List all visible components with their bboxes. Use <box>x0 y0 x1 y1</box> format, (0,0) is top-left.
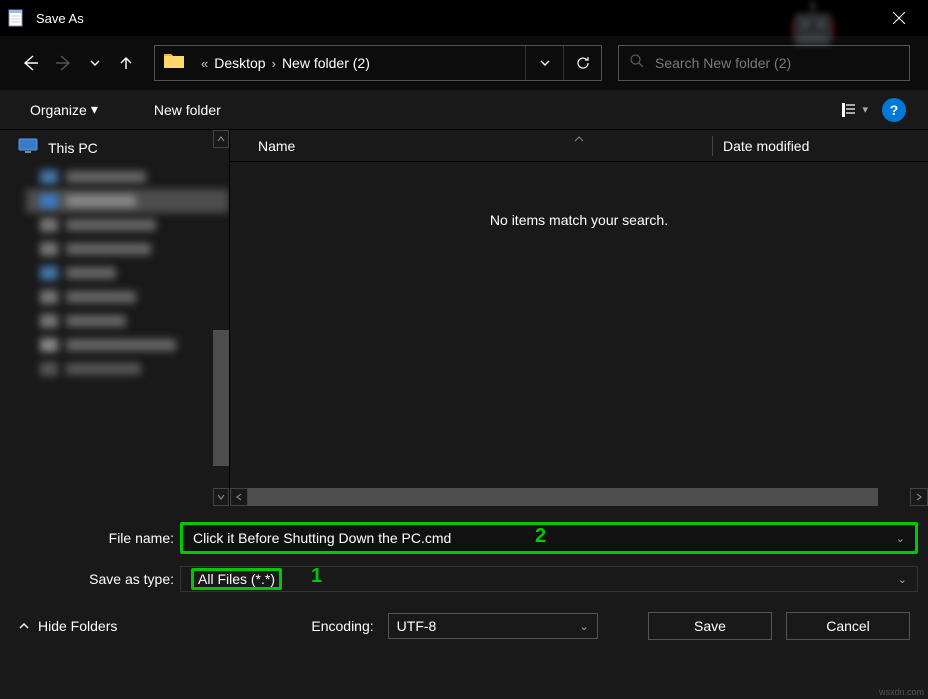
help-button[interactable]: ? <box>882 98 906 122</box>
empty-message: No items match your search. <box>230 212 928 228</box>
toolbar: Organize ▾ New folder ▾ ? <box>0 90 928 130</box>
pc-icon <box>18 138 38 157</box>
search-input[interactable]: Search New folder (2) <box>618 45 910 81</box>
encoding-label: Encoding: <box>311 618 373 634</box>
form-area: File name: Click it Before Shutting Down… <box>0 506 928 592</box>
window-title: Save As <box>36 11 876 26</box>
address-dropdown-button[interactable] <box>525 46 563 80</box>
up-button[interactable] <box>114 51 138 75</box>
scrollbar-thumb[interactable] <box>248 488 878 506</box>
sidebar-item[interactable] <box>26 213 229 237</box>
chevron-down-icon: ⌄ <box>898 573 907 586</box>
sidebar-item[interactable] <box>26 165 229 189</box>
column-date[interactable]: Date modified <box>712 136 809 156</box>
notepad-icon <box>6 8 26 28</box>
recent-locations-button[interactable] <box>86 51 104 75</box>
hide-folders-button[interactable]: Hide Folders <box>18 618 117 634</box>
save-button[interactable]: Save <box>648 612 772 640</box>
back-button[interactable] <box>18 51 42 75</box>
sort-indicator-icon <box>573 130 585 148</box>
refresh-button[interactable] <box>563 46 601 80</box>
scroll-up-button[interactable] <box>213 130 229 148</box>
breadcrumb-item[interactable]: Desktop <box>214 55 265 71</box>
scrollbar-track[interactable] <box>248 488 910 506</box>
forward-button[interactable] <box>52 51 76 75</box>
filename-label: File name: <box>0 530 180 546</box>
filename-input[interactable]: Click it Before Shutting Down the PC.cmd… <box>180 522 918 554</box>
chevron-down-icon: ⌄ <box>896 532 905 545</box>
sidebar-item[interactable] <box>26 285 229 309</box>
scroll-left-button[interactable] <box>230 488 248 506</box>
sidebar-item-thispc[interactable]: This PC <box>0 130 229 165</box>
view-options-button[interactable]: ▾ <box>840 101 868 119</box>
chevron-down-icon: ▾ <box>91 101 98 118</box>
chevron-down-icon: ▾ <box>862 103 868 116</box>
file-list-area: Name Date modified No items match your s… <box>230 130 928 506</box>
sidebar: This PC <box>0 130 230 506</box>
sidebar-item-label: This PC <box>48 140 98 156</box>
chevron-up-icon <box>18 620 30 632</box>
watermark-logo: 🤖 <box>788 0 838 47</box>
filetype-select[interactable]: All Files (*.*) ⌄ <box>180 566 918 592</box>
main-area: This PC Name Date modified No items matc… <box>0 130 928 506</box>
cancel-button[interactable]: Cancel <box>786 612 910 640</box>
scroll-down-button[interactable] <box>213 488 229 506</box>
breadcrumb-separator-icon: « <box>201 56 208 71</box>
annotation-2: 2 <box>535 525 546 548</box>
sidebar-item[interactable] <box>26 333 229 357</box>
horizontal-scrollbar <box>230 488 928 506</box>
footer: Hide Folders Encoding: UTF-8 ⌄ Save Canc… <box>0 598 928 654</box>
scrollbar-thumb[interactable] <box>213 330 229 466</box>
sidebar-item[interactable] <box>26 309 229 333</box>
sidebar-item[interactable] <box>26 357 229 381</box>
search-icon <box>629 53 645 74</box>
breadcrumb-separator-icon: › <box>272 56 276 71</box>
organize-button[interactable]: Organize ▾ <box>22 97 106 122</box>
encoding-select[interactable]: UTF-8 ⌄ <box>388 613 598 639</box>
sidebar-item[interactable] <box>26 237 229 261</box>
chevron-down-icon: ⌄ <box>579 620 588 633</box>
breadcrumb-item[interactable]: New folder (2) <box>282 55 370 71</box>
address-bar[interactable]: « Desktop › New folder (2) <box>154 45 602 81</box>
close-button[interactable] <box>876 2 922 34</box>
sidebar-item[interactable] <box>26 261 229 285</box>
search-placeholder: Search New folder (2) <box>655 55 791 71</box>
column-headers: Name Date modified <box>230 130 928 162</box>
sidebar-item[interactable] <box>26 189 229 213</box>
folder-icon <box>163 51 187 75</box>
annotation-1: 1 <box>311 565 322 588</box>
watermark-text: wsxdn.com <box>879 687 924 697</box>
filetype-label: Save as type: <box>0 571 180 587</box>
new-folder-button[interactable]: New folder <box>146 98 229 122</box>
breadcrumb: « Desktop › New folder (2) <box>195 55 525 71</box>
scroll-right-button[interactable] <box>910 488 928 506</box>
column-name[interactable]: Name <box>258 138 712 154</box>
